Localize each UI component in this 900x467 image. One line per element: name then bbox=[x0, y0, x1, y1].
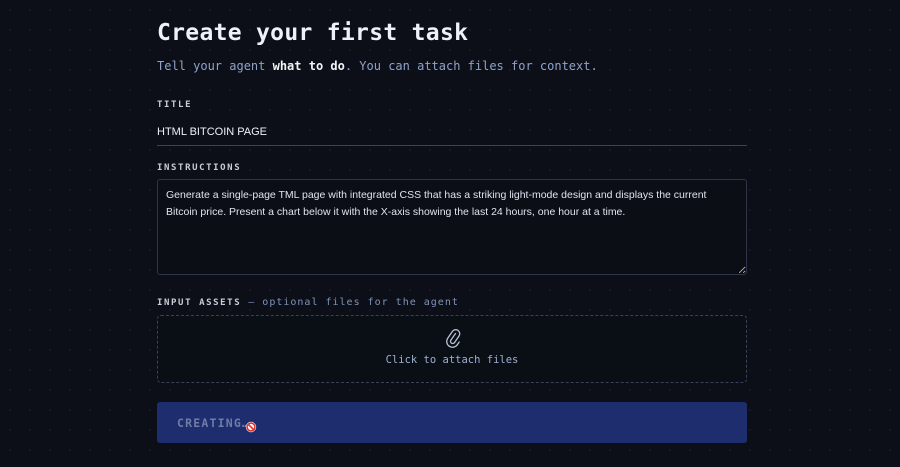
not-allowed-cursor-icon bbox=[245, 421, 257, 433]
subtitle-emphasis: what to do bbox=[272, 59, 345, 73]
input-assets-optional-note: optional files for the agent bbox=[262, 297, 459, 308]
input-assets-separator: — bbox=[241, 297, 263, 308]
attach-files-dropzone[interactable]: Click to attach files bbox=[157, 315, 747, 383]
paperclip-icon bbox=[446, 329, 461, 348]
page-title: Create your first task bbox=[157, 20, 469, 46]
title-label: TITLE bbox=[157, 100, 193, 110]
subtitle-text-end: . You can attach files for context. bbox=[344, 59, 598, 73]
instructions-textarea[interactable]: Generate a single-page TML page with int… bbox=[157, 179, 747, 275]
subtitle-text-start: Tell your agent bbox=[157, 59, 273, 73]
input-assets-label-text: INPUT ASSETS bbox=[157, 298, 242, 308]
title-input[interactable] bbox=[157, 118, 747, 146]
input-assets-label: INPUT ASSETS — optional files for the ag… bbox=[157, 297, 459, 308]
page-subtitle: Tell your agent what to do. You can atta… bbox=[157, 59, 598, 73]
attach-files-text: Click to attach files bbox=[385, 354, 519, 366]
instructions-label: INSTRUCTIONS bbox=[157, 163, 242, 173]
